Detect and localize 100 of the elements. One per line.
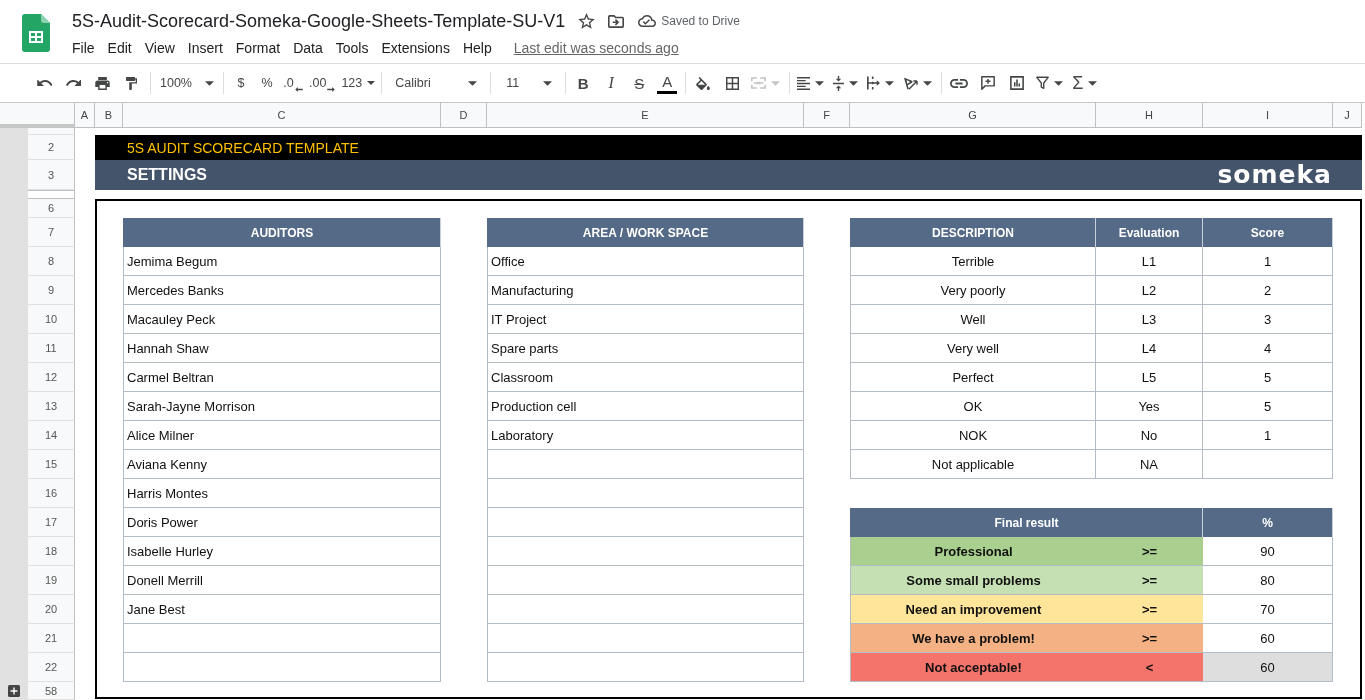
text-color-button[interactable]: A [657, 71, 678, 95]
row-header[interactable]: 18 [28, 537, 75, 566]
row-header[interactable]: 12 [28, 363, 75, 392]
menu-item[interactable]: Insert [187, 40, 223, 56]
result-label: We have a problem! [850, 624, 1096, 653]
row-header[interactable]: 15 [28, 450, 75, 479]
table-cell: L3 [1096, 305, 1203, 334]
row-header[interactable]: 20 [28, 595, 75, 624]
table-cell: 1 [1203, 247, 1333, 276]
table-cell: No [1096, 421, 1203, 450]
undo-icon [36, 80, 52, 86]
bold-button[interactable]: B [573, 71, 594, 95]
font-size-dropdown[interactable]: 11 [498, 71, 557, 95]
strikethrough-button[interactable]: S [629, 71, 650, 95]
row-header[interactable]: 10 [28, 305, 75, 334]
number-format-dropdown[interactable]: 123 [341, 71, 376, 95]
printer-icon [94, 76, 110, 90]
table-cell: 3 [1203, 305, 1333, 334]
column-heading: AUDITORS [123, 218, 441, 247]
row-header[interactable]: 11 [28, 334, 75, 363]
row-header[interactable]: 3 [28, 160, 75, 190]
move-button[interactable] [608, 14, 625, 28]
column-header[interactable]: I [1203, 103, 1333, 128]
caret-icon [849, 80, 859, 86]
star-button[interactable] [578, 13, 596, 29]
table-cell: Macauley Peck [123, 305, 441, 334]
row-header[interactable]: 16 [28, 479, 75, 508]
column-heading: Final result [850, 508, 1203, 537]
link-icon [950, 78, 969, 88]
table-cell: 2 [1203, 276, 1333, 305]
align-left-icon [797, 76, 811, 90]
table-cell: Alice Milner [123, 421, 441, 450]
table-cell: Very poorly [850, 276, 1096, 305]
plus-icon [8, 685, 20, 697]
menu-item[interactable]: Format [235, 40, 281, 56]
font-dropdown[interactable]: Calibri [389, 71, 482, 95]
row-header[interactable]: 8 [28, 247, 75, 276]
last-edit-link[interactable]: Last edit was seconds ago [513, 40, 679, 56]
column-header[interactable]: J [1333, 103, 1362, 128]
caret-icon [923, 80, 933, 86]
add-rows-button[interactable] [8, 685, 20, 697]
column-header[interactable]: F [804, 103, 850, 128]
table-cell: L5 [1096, 363, 1203, 392]
result-label: Some small problems [850, 566, 1096, 595]
folder-arrow-icon [608, 14, 625, 28]
star-icon [578, 13, 596, 29]
decrease-decimals-button[interactable]: .0 [283, 71, 303, 95]
row-header[interactable]: 14 [28, 421, 75, 450]
hidden-rows-marker[interactable] [28, 190, 75, 199]
table-cell: 70 [1203, 595, 1333, 624]
column-header[interactable]: B [95, 103, 123, 128]
caret-icon [771, 80, 781, 86]
column-header[interactable]: C [123, 103, 441, 128]
comparison-operator: >= [1096, 566, 1203, 595]
menu-item[interactable]: File [72, 40, 95, 56]
row-header[interactable]: 9 [28, 276, 75, 305]
column-header[interactable]: A [75, 103, 95, 128]
spreadsheet-logo-icon[interactable] [22, 14, 50, 52]
functions-dropdown[interactable]: Σ [1072, 71, 1098, 95]
table-cell: Harris Montes [123, 479, 441, 508]
menu-item[interactable]: Edit [107, 40, 132, 56]
row-header[interactable]: 2 [28, 135, 75, 160]
comparison-operator: < [1096, 653, 1203, 682]
row-header[interactable]: 19 [28, 566, 75, 595]
row-header[interactable]: 17 [28, 508, 75, 537]
row-header[interactable]: 58 [28, 682, 75, 700]
menu-item[interactable]: Extensions [381, 40, 450, 56]
row-header[interactable]: 21 [28, 624, 75, 653]
column-header[interactable]: G [850, 103, 1096, 128]
caret-icon [205, 80, 214, 86]
sheet-title: 5S AUDIT SCORECARD TEMPLATE [127, 139, 359, 156]
currency-format-button[interactable]: $ [231, 71, 251, 95]
result-label: Not acceptable! [850, 653, 1096, 682]
zoom-dropdown[interactable]: 100% [160, 71, 214, 95]
column-header[interactable]: H [1096, 103, 1203, 128]
table-cell: 1 [1203, 421, 1333, 450]
column-heading: AREA / WORK SPACE [487, 218, 804, 247]
menu-item[interactable]: Data [293, 40, 323, 56]
redo-icon [65, 80, 81, 86]
table-cell: Manufacturing [487, 276, 804, 305]
caret-icon [543, 80, 553, 86]
table-cell: Sarah-Jayne Morrison [123, 392, 441, 421]
column-header[interactable]: D [441, 103, 487, 128]
percent-format-button[interactable]: % [257, 71, 277, 95]
table-cell: NOK [850, 421, 1096, 450]
result-label: Need an improvement [850, 595, 1096, 624]
table-cell: OK [850, 392, 1096, 421]
row-header[interactable]: 13 [28, 392, 75, 421]
table-cell: 60 [1203, 624, 1333, 653]
text-overflow-icon [867, 76, 881, 90]
italic-button[interactable]: I [601, 71, 622, 95]
menu-item[interactable]: Tools [335, 40, 369, 56]
menu-item[interactable]: Help [462, 40, 492, 56]
column-header[interactable]: E [487, 103, 804, 128]
document-title[interactable]: 5S-Audit-Scorecard-Someka-Google-Sheets-Template-SU-V1 [72, 8, 566, 34]
row-header[interactable]: 6 [28, 199, 75, 218]
increase-decimals-button[interactable]: .00 [309, 71, 336, 95]
row-header[interactable]: 7 [28, 218, 75, 247]
menu-item[interactable]: View [144, 40, 175, 56]
row-header[interactable]: 22 [28, 653, 75, 682]
